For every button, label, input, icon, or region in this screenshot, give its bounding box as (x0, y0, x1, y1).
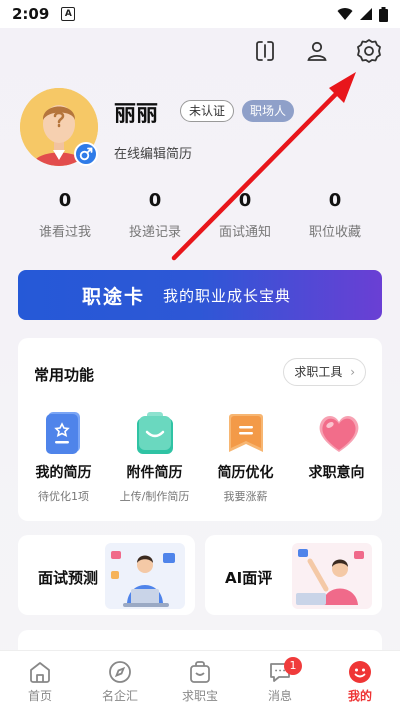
status-indicators (337, 6, 388, 22)
tab-messages[interactable]: 1 消息 (240, 651, 320, 710)
scan-icon[interactable] (252, 38, 278, 64)
bag-icon (187, 659, 213, 685)
status-bar: 2:09 A (0, 0, 400, 28)
bottom-tab-bar: 首页 名企汇 求职宝 1 消息 我的 (0, 650, 400, 710)
user-name: 丽丽 (114, 102, 159, 127)
func-label: 简历优化 (217, 465, 274, 481)
stat-applications[interactable]: 0 投递记录 (110, 190, 200, 240)
func-resume-optimize[interactable]: 简历优化 我要涨薪 (200, 410, 291, 504)
tab-label: 名企汇 (101, 689, 138, 703)
tab-home[interactable]: 首页 (0, 651, 80, 710)
battery-icon (379, 6, 388, 22)
resume-icon (42, 410, 86, 456)
stat-value: 0 (148, 190, 162, 211)
notification-icon: A (61, 7, 76, 21)
home-icon (27, 659, 53, 685)
unread-badge: 1 (284, 657, 302, 675)
career-card-banner[interactable]: 职途卡 我的职业成长宝典 (18, 270, 382, 320)
tab-label: 求职宝 (181, 689, 218, 703)
smile-icon (347, 659, 373, 685)
stat-value: 0 (328, 190, 342, 211)
profile-section: 丽丽 未认证 职场人 在线编辑简历 (20, 88, 390, 178)
func-label: 附件简历 (126, 465, 183, 481)
unverified-tag[interactable]: 未认证 (180, 100, 235, 122)
ai-review-card[interactable]: AI面评 (205, 535, 382, 615)
compass-icon (107, 659, 133, 685)
mini-card-label: AI面评 (225, 569, 273, 587)
func-label: 求职意向 (308, 465, 365, 481)
func-sub: 我要涨薪 (223, 490, 268, 503)
common-functions-card: 常用功能 求职工具 › 我的简历 待优化1项 附件简历 上传/制作简历 简历优化… (18, 338, 382, 521)
interview-prediction-card[interactable]: 面试预测 (18, 535, 195, 615)
identity-tag[interactable]: 职场人 (242, 100, 295, 122)
header-actions (252, 38, 382, 64)
tab-companies[interactable]: 名企汇 (80, 651, 160, 710)
func-my-resume[interactable]: 我的简历 待优化1项 (18, 410, 109, 504)
tab-label: 首页 (27, 689, 52, 703)
tab-job-treasure[interactable]: 求职宝 (160, 651, 240, 710)
stats-row: 0 谁看过我 0 投递记录 0 面试通知 0 职位收藏 (20, 190, 380, 240)
settings-icon[interactable] (356, 38, 382, 64)
func-job-intention[interactable]: 求职意向 (291, 410, 382, 504)
banner-title: 职途卡 (82, 285, 146, 308)
job-tools-button[interactable]: 求职工具 › (283, 358, 366, 386)
stat-value: 0 (238, 190, 252, 211)
tab-mine[interactable]: 我的 (320, 651, 400, 710)
attachment-resume-icon (133, 410, 177, 456)
edit-resume-link[interactable]: 在线编辑简历 (114, 143, 192, 162)
signal-icon (360, 8, 372, 20)
wifi-icon (337, 8, 353, 20)
banner-subtitle: 我的职业成长宝典 (163, 286, 292, 305)
func-sub (291, 488, 382, 501)
func-label: 我的简历 (35, 465, 92, 481)
stat-label: 投递记录 (128, 225, 181, 240)
stat-label: 谁看过我 (38, 225, 91, 240)
stat-label: 职位收藏 (308, 225, 361, 240)
job-tools-label: 求职工具 (294, 365, 343, 379)
stat-viewed-me[interactable]: 0 谁看过我 (20, 190, 110, 240)
func-sub: 待优化1项 (38, 490, 89, 503)
stat-interviews[interactable]: 0 面试通知 (200, 190, 290, 240)
tab-label: 我的 (347, 689, 372, 703)
chevron-right-icon: › (350, 365, 355, 379)
heart-icon (315, 410, 359, 456)
status-time: 2:09 (12, 5, 50, 23)
mini-card-label: 面试预测 (38, 569, 99, 587)
tab-label: 消息 (267, 689, 292, 703)
user-icon[interactable] (304, 38, 330, 64)
ai-review-illustration (292, 543, 372, 609)
stat-label: 面试通知 (218, 225, 271, 240)
section-title: 常用功能 (34, 366, 95, 384)
functions-row: 我的简历 待优化1项 附件简历 上传/制作简历 简历优化 我要涨薪 求职意向 (18, 410, 382, 504)
male-icon (74, 142, 98, 166)
stat-value: 0 (58, 190, 72, 211)
interview-illustration (105, 543, 185, 609)
func-sub: 上传/制作简历 (119, 490, 190, 503)
resume-optimize-icon (224, 410, 268, 456)
func-attachment-resume[interactable]: 附件简历 上传/制作简历 (109, 410, 200, 504)
stat-favorites[interactable]: 0 职位收藏 (290, 190, 380, 240)
